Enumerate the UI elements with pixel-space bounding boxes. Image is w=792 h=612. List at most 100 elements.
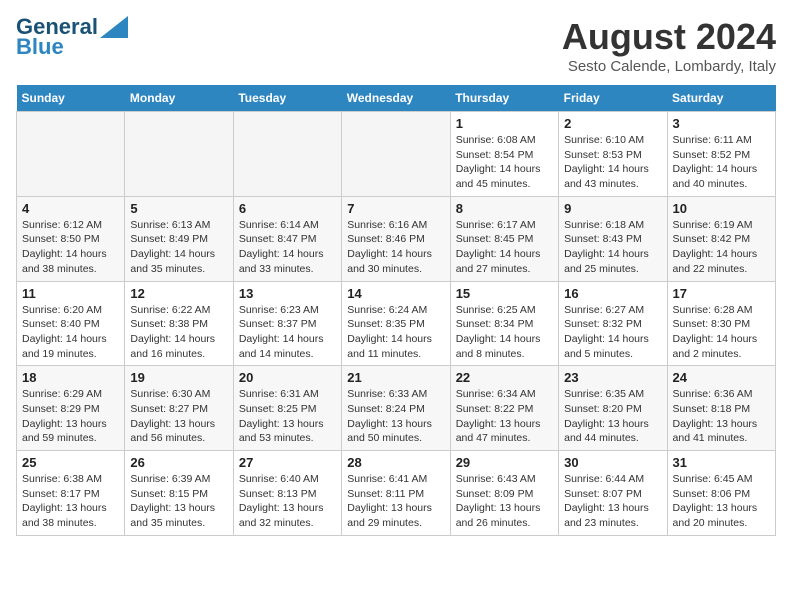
day-number: 11: [22, 286, 119, 301]
day-number: 14: [347, 286, 444, 301]
calendar-cell: 4 Sunrise: 6:12 AM Sunset: 8:50 PM Daylig…: [17, 196, 125, 281]
day-number: 29: [456, 455, 553, 470]
calendar-cell: 23 Sunrise: 6:35 AM Sunset: 8:20 PM Dayli…: [559, 366, 667, 451]
day-number: 5: [130, 201, 227, 216]
day-number: 1: [456, 116, 553, 131]
day-info: Sunrise: 6:11 AM Sunset: 8:52 PM Dayligh…: [673, 133, 770, 192]
calendar-cell: 13 Sunrise: 6:23 AM Sunset: 8:37 PM Dayli…: [233, 281, 341, 366]
calendar-cell: 16Sunrise: 6:27 AM Sunset: 8:32 PM Dayli…: [559, 281, 667, 366]
logo-icon: [100, 16, 128, 38]
day-info: Sunrise: 6:25 AM Sunset: 8:34 PM Dayligh…: [456, 303, 553, 362]
day-info: Sunrise: 6:28 AM Sunset: 8:30 PM Dayligh…: [673, 303, 770, 362]
day-info: Sunrise: 6:10 AM Sunset: 8:53 PM Dayligh…: [564, 133, 661, 192]
day-info: Sunrise: 6:34 AM Sunset: 8:22 PM Dayligh…: [456, 387, 553, 446]
calendar-cell: 20 Sunrise: 6:31 AM Sunset: 8:25 PM Dayli…: [233, 366, 341, 451]
day-number: 26: [130, 455, 227, 470]
day-number: 13: [239, 286, 336, 301]
day-info: Sunrise: 6:24 AM Sunset: 8:35 PM Dayligh…: [347, 303, 444, 362]
weekday-header-thursday: Thursday: [450, 85, 558, 112]
calendar-cell: 8 Sunrise: 6:17 AM Sunset: 8:45 PM Daylig…: [450, 196, 558, 281]
day-info: Sunrise: 6:19 AM Sunset: 8:42 PM Dayligh…: [673, 218, 770, 277]
calendar-cell: 6 Sunrise: 6:14 AM Sunset: 8:47 PM Daylig…: [233, 196, 341, 281]
weekday-header-tuesday: Tuesday: [233, 85, 341, 112]
calendar-cell: 22 Sunrise: 6:34 AM Sunset: 8:22 PM Dayli…: [450, 366, 558, 451]
calendar-cell: 19 Sunrise: 6:30 AM Sunset: 8:27 PM Dayli…: [125, 366, 233, 451]
calendar-week-4: 18 Sunrise: 6:29 AM Sunset: 8:29 PM Dayli…: [17, 366, 776, 451]
day-number: 2: [564, 116, 661, 131]
calendar-cell: 28 Sunrise: 6:41 AM Sunset: 8:11 PM Dayli…: [342, 451, 450, 536]
weekday-header-sunday: Sunday: [17, 85, 125, 112]
day-number: 6: [239, 201, 336, 216]
logo: General Blue: [16, 16, 128, 58]
calendar-cell: 21Sunrise: 6:33 AM Sunset: 8:24 PM Dayli…: [342, 366, 450, 451]
day-info: Sunrise: 6:36 AM Sunset: 8:18 PM Dayligh…: [673, 387, 770, 446]
day-info: Sunrise: 6:14 AM Sunset: 8:47 PM Dayligh…: [239, 218, 336, 277]
day-info: Sunrise: 6:12 AM Sunset: 8:50 PM Dayligh…: [22, 218, 119, 277]
calendar-cell: 30Sunrise: 6:44 AM Sunset: 8:07 PM Dayli…: [559, 451, 667, 536]
day-number: 28: [347, 455, 444, 470]
day-number: 17: [673, 286, 770, 301]
day-number: 23: [564, 370, 661, 385]
calendar-cell: 11 Sunrise: 6:20 AM Sunset: 8:40 PM Dayli…: [17, 281, 125, 366]
calendar-cell: 18 Sunrise: 6:29 AM Sunset: 8:29 PM Dayli…: [17, 366, 125, 451]
weekday-header-wednesday: Wednesday: [342, 85, 450, 112]
calendar-cell: [17, 112, 125, 197]
day-number: 19: [130, 370, 227, 385]
day-number: 18: [22, 370, 119, 385]
calendar-cell: 17 Sunrise: 6:28 AM Sunset: 8:30 PM Dayli…: [667, 281, 775, 366]
day-number: 21: [347, 370, 444, 385]
day-info: Sunrise: 6:08 AM Sunset: 8:54 PM Dayligh…: [456, 133, 553, 192]
calendar-cell: [342, 112, 450, 197]
calendar-cell: 3 Sunrise: 6:11 AM Sunset: 8:52 PM Daylig…: [667, 112, 775, 197]
day-number: 4: [22, 201, 119, 216]
calendar-cell: 31Sunrise: 6:45 AM Sunset: 8:06 PM Dayli…: [667, 451, 775, 536]
day-info: Sunrise: 6:17 AM Sunset: 8:45 PM Dayligh…: [456, 218, 553, 277]
calendar-cell: 5Sunrise: 6:13 AM Sunset: 8:49 PM Daylig…: [125, 196, 233, 281]
day-info: Sunrise: 6:31 AM Sunset: 8:25 PM Dayligh…: [239, 387, 336, 446]
calendar-cell: 7Sunrise: 6:16 AM Sunset: 8:46 PM Daylig…: [342, 196, 450, 281]
day-number: 24: [673, 370, 770, 385]
calendar-cell: 26Sunrise: 6:39 AM Sunset: 8:15 PM Dayli…: [125, 451, 233, 536]
day-number: 8: [456, 201, 553, 216]
weekday-header-friday: Friday: [559, 85, 667, 112]
day-info: Sunrise: 6:29 AM Sunset: 8:29 PM Dayligh…: [22, 387, 119, 446]
day-number: 22: [456, 370, 553, 385]
weekday-header-saturday: Saturday: [667, 85, 775, 112]
calendar-cell: 25 Sunrise: 6:38 AM Sunset: 8:17 PM Dayli…: [17, 451, 125, 536]
calendar-cell: 9Sunrise: 6:18 AM Sunset: 8:43 PM Daylig…: [559, 196, 667, 281]
calendar-week-2: 4 Sunrise: 6:12 AM Sunset: 8:50 PM Daylig…: [17, 196, 776, 281]
calendar-cell: 27 Sunrise: 6:40 AM Sunset: 8:13 PM Dayli…: [233, 451, 341, 536]
day-info: Sunrise: 6:45 AM Sunset: 8:06 PM Dayligh…: [673, 472, 770, 531]
day-info: Sunrise: 6:22 AM Sunset: 8:38 PM Dayligh…: [130, 303, 227, 362]
title-block: August 2024 Sesto Calende, Lombardy, Ita…: [562, 16, 776, 75]
calendar-cell: 24 Sunrise: 6:36 AM Sunset: 8:18 PM Dayli…: [667, 366, 775, 451]
month-title: August 2024: [562, 16, 776, 58]
day-info: Sunrise: 6:43 AM Sunset: 8:09 PM Dayligh…: [456, 472, 553, 531]
calendar-cell: 10 Sunrise: 6:19 AM Sunset: 8:42 PM Dayli…: [667, 196, 775, 281]
calendar-cell: 15Sunrise: 6:25 AM Sunset: 8:34 PM Dayli…: [450, 281, 558, 366]
day-number: 10: [673, 201, 770, 216]
day-info: Sunrise: 6:20 AM Sunset: 8:40 PM Dayligh…: [22, 303, 119, 362]
calendar-cell: 1 Sunrise: 6:08 AM Sunset: 8:54 PM Daylig…: [450, 112, 558, 197]
day-info: Sunrise: 6:41 AM Sunset: 8:11 PM Dayligh…: [347, 472, 444, 531]
calendar-cell: 29 Sunrise: 6:43 AM Sunset: 8:09 PM Dayli…: [450, 451, 558, 536]
day-info: Sunrise: 6:35 AM Sunset: 8:20 PM Dayligh…: [564, 387, 661, 446]
day-number: 27: [239, 455, 336, 470]
day-number: 3: [673, 116, 770, 131]
day-info: Sunrise: 6:23 AM Sunset: 8:37 PM Dayligh…: [239, 303, 336, 362]
calendar-table: SundayMondayTuesdayWednesdayThursdayFrid…: [16, 85, 776, 536]
day-number: 25: [22, 455, 119, 470]
weekday-header-row: SundayMondayTuesdayWednesdayThursdayFrid…: [17, 85, 776, 112]
day-info: Sunrise: 6:40 AM Sunset: 8:13 PM Dayligh…: [239, 472, 336, 531]
page-header: General Blue August 2024 Sesto Calende, …: [16, 16, 776, 75]
day-number: 20: [239, 370, 336, 385]
calendar-week-5: 25 Sunrise: 6:38 AM Sunset: 8:17 PM Dayli…: [17, 451, 776, 536]
calendar-cell: 2 Sunrise: 6:10 AM Sunset: 8:53 PM Daylig…: [559, 112, 667, 197]
day-info: Sunrise: 6:30 AM Sunset: 8:27 PM Dayligh…: [130, 387, 227, 446]
day-info: Sunrise: 6:27 AM Sunset: 8:32 PM Dayligh…: [564, 303, 661, 362]
day-info: Sunrise: 6:38 AM Sunset: 8:17 PM Dayligh…: [22, 472, 119, 531]
day-info: Sunrise: 6:18 AM Sunset: 8:43 PM Dayligh…: [564, 218, 661, 277]
calendar-week-3: 11 Sunrise: 6:20 AM Sunset: 8:40 PM Dayli…: [17, 281, 776, 366]
day-info: Sunrise: 6:44 AM Sunset: 8:07 PM Dayligh…: [564, 472, 661, 531]
calendar-week-1: 1 Sunrise: 6:08 AM Sunset: 8:54 PM Daylig…: [17, 112, 776, 197]
